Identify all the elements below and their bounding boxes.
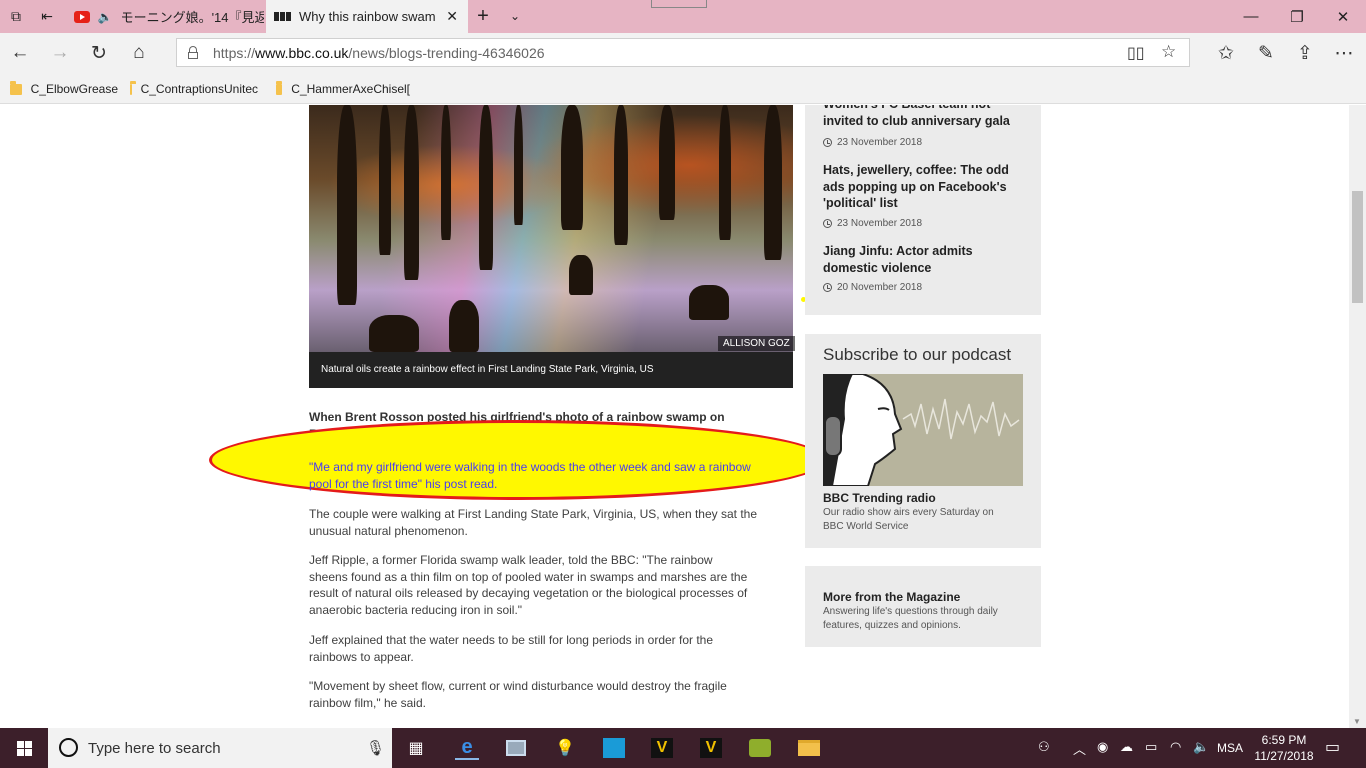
- back-icon[interactable]: ←: [8, 41, 32, 65]
- clock-icon: [823, 138, 832, 147]
- podcast-illustration: [823, 374, 1020, 486]
- taskbar: Type here to search 🎙 ▦ e 💡 V V ⚇ ︿ ◉ ☁ …: [0, 728, 1366, 768]
- favorite-folder[interactable]: C_HammerAxeChisel[: [276, 80, 410, 98]
- vertical-scrollbar[interactable]: ▼: [1349, 105, 1366, 728]
- article-paragraph: Jeff Ripple, a former Florida swamp walk…: [309, 553, 748, 617]
- rainbow-swamp-photo: [309, 105, 793, 352]
- refresh-icon[interactable]: ↻: [87, 41, 111, 65]
- battery-icon[interactable]: ▭: [1145, 739, 1157, 755]
- cortana-icon: [59, 738, 78, 757]
- scrollbar-thumb[interactable]: [1352, 191, 1363, 303]
- related-story-link[interactable]: Women's FC Basel team not invited to clu…: [823, 105, 1028, 129]
- article-paragraph: "Movement by sheet flow, current or wind…: [309, 679, 727, 710]
- magazine-title[interactable]: More from the Magazine: [823, 590, 960, 604]
- set-aside-tabs-icon[interactable]: ⇤: [38, 7, 56, 25]
- windows-icon: [16, 740, 32, 756]
- tab-actions-icon[interactable]: ⧉: [7, 7, 25, 25]
- tab-youtube[interactable]: 🔈 モーニング娘。'14『見返: [66, 0, 264, 33]
- language-indicator[interactable]: MSA: [1217, 741, 1243, 755]
- podcast-description: Our radio show airs every Saturday on BB…: [823, 507, 994, 532]
- related-stories: Women's FC Basel team not invited to clu…: [805, 105, 1041, 315]
- favorite-folder[interactable]: C_ContraptionsUnitec: [130, 80, 258, 98]
- navigation-bar: ← → ↻ ⌂ https://www.bbc.co.uk/news/blogs…: [0, 33, 1366, 72]
- close-tab-icon[interactable]: ✕: [446, 8, 458, 25]
- folder-icon: [276, 80, 283, 95]
- lock-icon[interactable]: [188, 46, 198, 59]
- favorite-star-icon[interactable]: ☆: [1161, 42, 1176, 62]
- minimize-button[interactable]: —: [1228, 0, 1274, 33]
- speaker-icon[interactable]: 🔈: [98, 10, 113, 24]
- favorites-hub-icon[interactable]: ✩: [1214, 41, 1238, 65]
- related-story-link[interactable]: Jiang Jinfu: Actor admits domestic viole…: [823, 243, 1028, 276]
- snail-app-icon[interactable]: [748, 736, 772, 760]
- tab-bbc[interactable]: Why this rainbow swam ✕: [266, 0, 468, 33]
- close-button[interactable]: ✕: [1320, 0, 1366, 33]
- show-hidden-icons-icon[interactable]: ︿: [1073, 739, 1086, 758]
- more-icon[interactable]: ⋯: [1332, 41, 1356, 65]
- people-icon[interactable]: ⚇: [1038, 739, 1050, 755]
- podcast-artwork[interactable]: [823, 374, 1023, 486]
- article-paragraph: Jeff explained that the water needs to b…: [309, 633, 714, 664]
- scroll-down-icon[interactable]: ▼: [1353, 717, 1361, 726]
- url-path: /news/blogs-trending-46346026: [348, 45, 545, 61]
- photo-credit: ALLISON GOZ: [718, 336, 795, 351]
- address-bar[interactable]: https://www.bbc.co.uk/news/blogs-trendin…: [176, 38, 1190, 67]
- microphone-icon[interactable]: 🎙: [366, 739, 385, 757]
- podcast-promo: Subscribe to our podcast BBC Trending ra…: [805, 334, 1041, 548]
- tab-title: Why this rainbow swam: [299, 9, 436, 24]
- story-date: 23 November 2018: [823, 218, 922, 229]
- youtube-icon: [74, 10, 90, 23]
- file-explorer-icon[interactable]: [797, 736, 821, 760]
- system-clock[interactable]: 6:59 PM 11/27/2018: [1254, 732, 1314, 764]
- new-tab-icon[interactable]: +: [474, 6, 492, 26]
- search-placeholder: Type here to search: [88, 740, 221, 757]
- url-domain: www.bbc.co.uk: [255, 45, 349, 61]
- photo-caption: Natural oils create a rainbow effect in …: [309, 352, 793, 388]
- favorite-folder[interactable]: C_ElbowGrease: [10, 80, 118, 98]
- window-app-icon[interactable]: [504, 736, 528, 760]
- clock-icon: [823, 219, 832, 228]
- web-note-icon[interactable]: ✎: [1254, 41, 1278, 65]
- url-text[interactable]: https://www.bbc.co.uk/news/blogs-trendin…: [213, 45, 545, 61]
- start-button[interactable]: [0, 728, 48, 768]
- title-bar: ⧉ ⇤ 🔈 モーニング娘。'14『見返 Why this rainbow swa…: [0, 0, 1366, 33]
- cloud-icon[interactable]: ☁: [1120, 739, 1133, 755]
- article-paragraph: The couple were walking at First Landing…: [309, 507, 758, 538]
- favorites-bar: C_ElbowGrease C_ContraptionsUnitec C_Ham…: [0, 72, 1366, 104]
- forward-icon[interactable]: →: [48, 41, 72, 65]
- tab-title: モーニング娘。'14『見返: [120, 10, 264, 25]
- drag-handle[interactable]: [651, 0, 707, 8]
- task-view-icon[interactable]: ▦: [404, 736, 428, 760]
- clock-date: 11/27/2018: [1254, 749, 1314, 763]
- page-content: ALLISON GOZ Natural oils create a rainbo…: [0, 105, 1349, 728]
- home-icon[interactable]: ⌂: [127, 41, 151, 65]
- magazine-description: Answering life's questions through daily…: [823, 606, 998, 631]
- restore-button[interactable]: ❐: [1274, 0, 1320, 33]
- lightbulb-icon[interactable]: 💡: [553, 736, 577, 760]
- clock-time: 6:59 PM: [1261, 733, 1307, 747]
- paper-plane-app-icon[interactable]: [602, 736, 626, 760]
- folder-icon: [130, 80, 135, 95]
- reading-view-icon[interactable]: ▯▯: [1127, 43, 1145, 63]
- story-date: 20 November 2018: [823, 282, 922, 293]
- magazine-promo: More from the Magazine Answering life's …: [805, 566, 1041, 647]
- edge-icon[interactable]: e: [455, 736, 479, 760]
- clock-icon: [823, 283, 832, 292]
- podcast-title[interactable]: BBC Trending radio: [823, 491, 936, 505]
- record-icon[interactable]: ◉: [1097, 739, 1108, 755]
- share-icon[interactable]: ⇪: [1293, 41, 1317, 65]
- related-story-link[interactable]: Hats, jewellery, coffee: The odd ads pop…: [823, 162, 1028, 212]
- podcast-heading: Subscribe to our podcast: [823, 345, 1012, 364]
- tab-preview-chevron-icon[interactable]: ⌄: [506, 7, 524, 25]
- volume-icon[interactable]: 🔈: [1193, 739, 1209, 755]
- app-v-icon[interactable]: V: [699, 736, 723, 760]
- app-v-icon[interactable]: V: [650, 736, 674, 760]
- bbc-icon: [274, 12, 291, 21]
- wifi-icon[interactable]: ◠: [1170, 739, 1181, 755]
- action-center-icon[interactable]: ▭: [1325, 737, 1340, 757]
- article-quote: "Me and my girlfriend were walking in th…: [309, 460, 751, 491]
- taskbar-search[interactable]: Type here to search 🎙: [48, 728, 392, 768]
- folder-icon: [10, 80, 22, 95]
- story-date: 23 November 2018: [823, 137, 922, 148]
